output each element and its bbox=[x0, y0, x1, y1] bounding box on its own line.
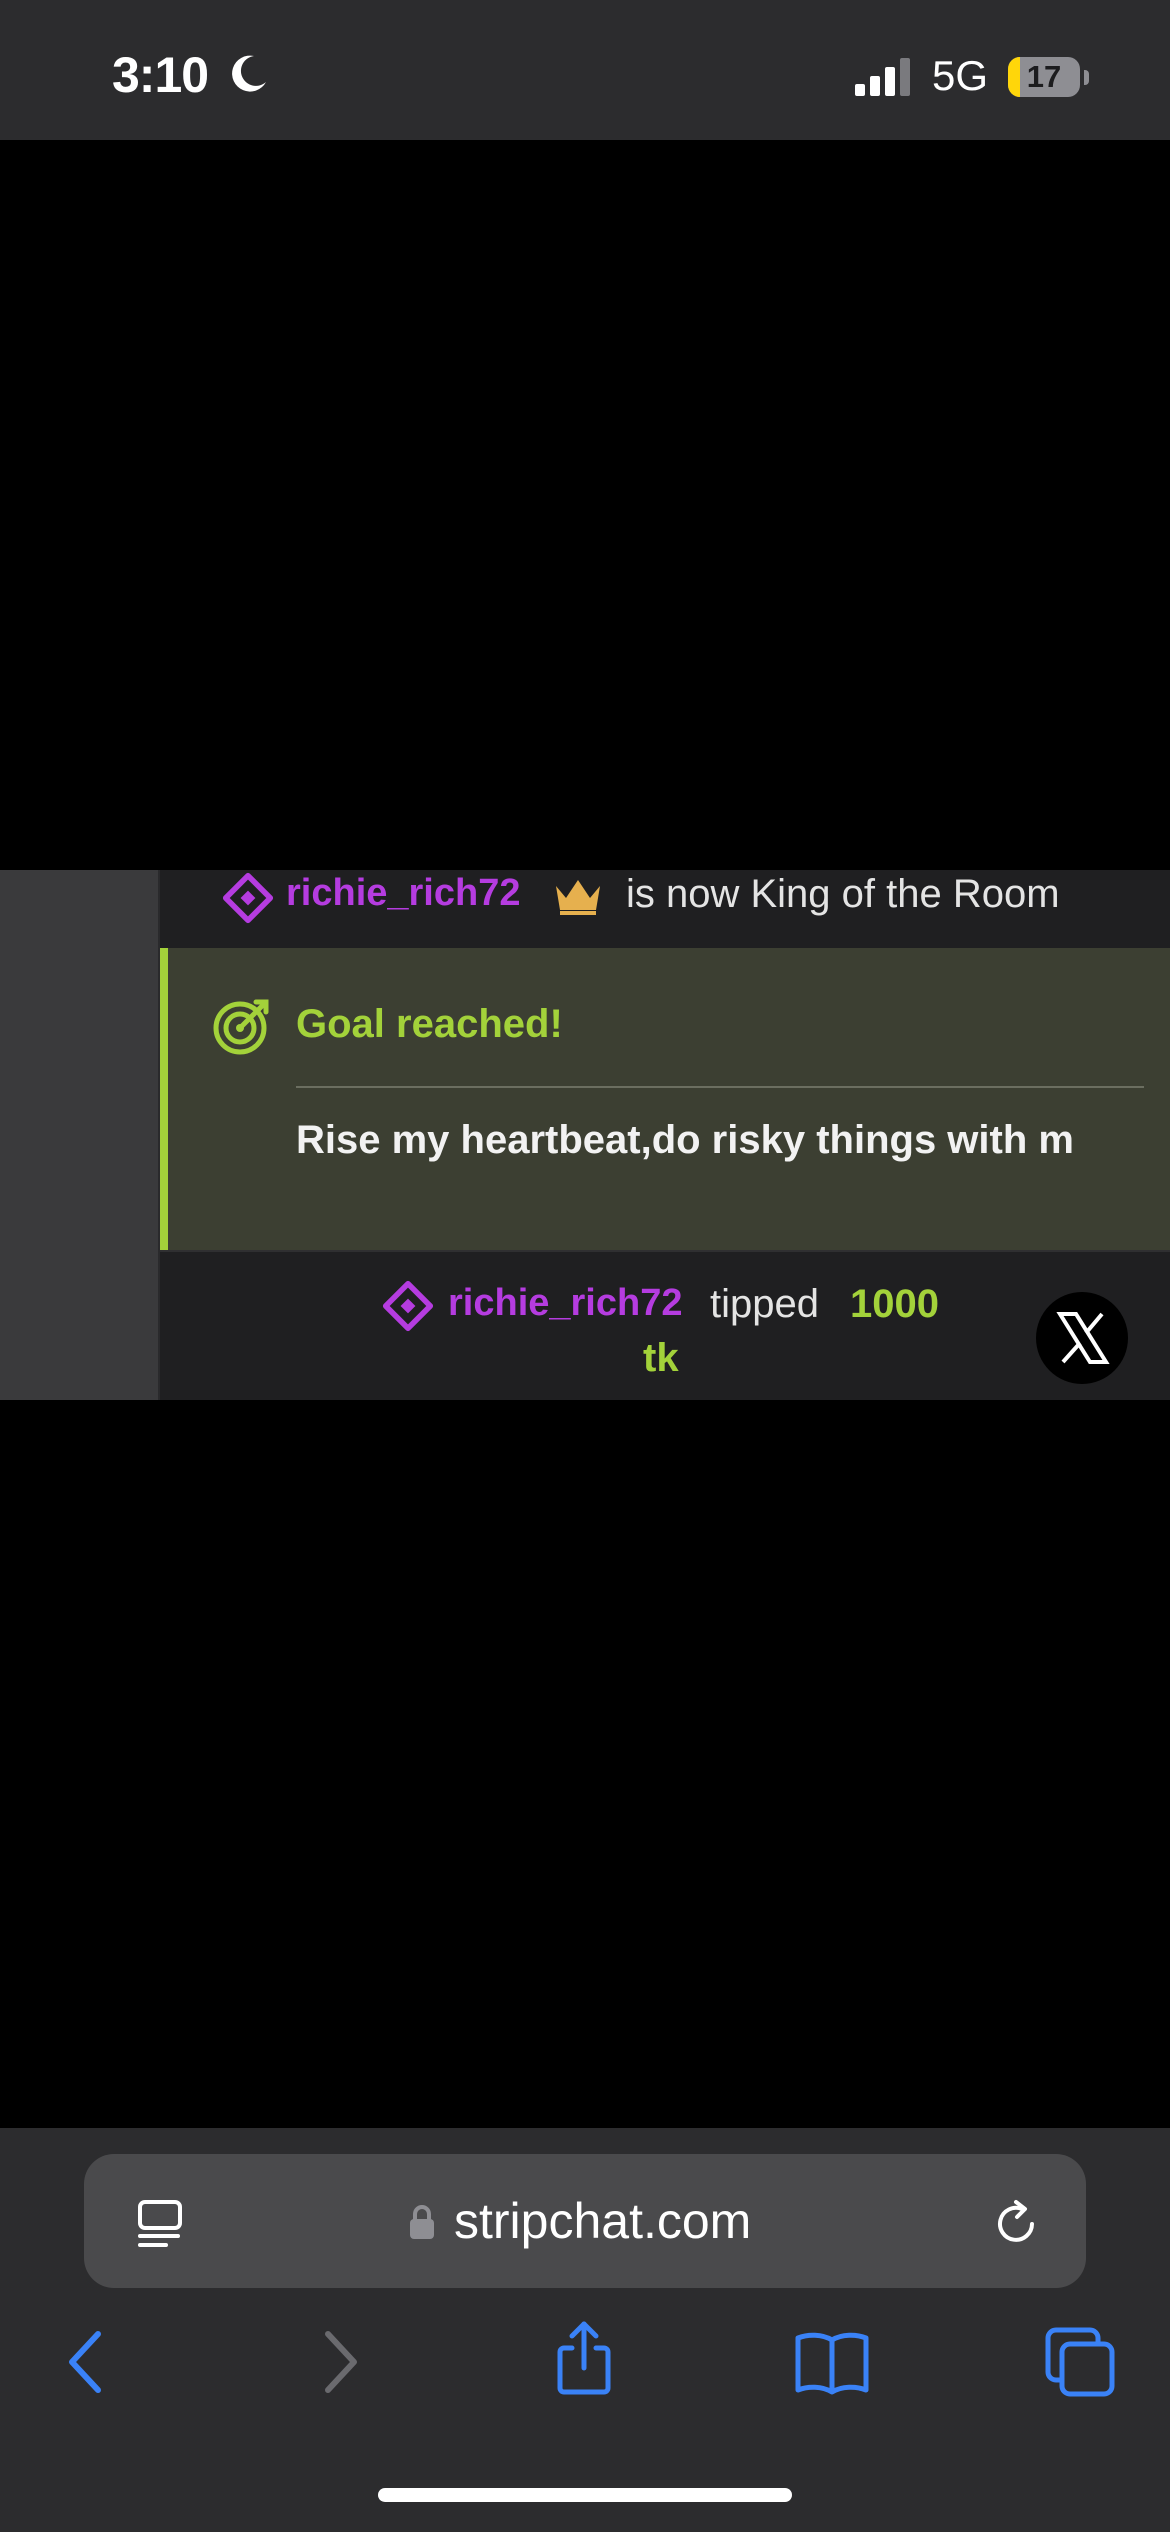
status-time: 3:10 bbox=[112, 47, 209, 103]
forward-icon[interactable] bbox=[298, 2322, 378, 2402]
battery-icon: 17 bbox=[1008, 57, 1080, 97]
address-bar[interactable]: stripchat.com bbox=[84, 2154, 1086, 2288]
goal-title: Goal reached! bbox=[296, 1002, 563, 1046]
crown-icon bbox=[556, 880, 600, 915]
diamond-icon bbox=[222, 872, 274, 924]
x-logo-icon bbox=[1056, 1312, 1110, 1364]
reload-icon[interactable] bbox=[992, 2198, 1042, 2248]
king-event-text: is now King of the Room bbox=[626, 872, 1060, 916]
goal-divider bbox=[296, 1086, 1144, 1088]
target-icon bbox=[213, 999, 269, 1055]
browser-toolbar: stripchat.com bbox=[0, 2128, 1170, 2532]
goal-description: Rise my heartbeat,do risky things with m bbox=[296, 1118, 1074, 1162]
battery-nub bbox=[1084, 70, 1089, 85]
king-of-room-message: richie_rich72 is now King of the Room bbox=[160, 870, 1170, 948]
tip-verb: tipped bbox=[710, 1282, 819, 1326]
back-icon[interactable] bbox=[48, 2322, 128, 2402]
lock-icon bbox=[410, 2205, 434, 2239]
diamond-icon bbox=[382, 1280, 434, 1332]
bookmarks-icon[interactable] bbox=[792, 2322, 872, 2402]
battery-level: 17 bbox=[1026, 59, 1062, 94]
chat-area: richie_rich72 is now King of the Room Go… bbox=[0, 870, 1170, 1400]
tipper-username-link[interactable]: richie_rich72 bbox=[448, 1282, 682, 1325]
username-link[interactable]: richie_rich72 bbox=[286, 872, 520, 915]
tip-message: richie_rich72 tipped 1000 tk bbox=[160, 1250, 1170, 1400]
x-share-button[interactable] bbox=[1036, 1292, 1128, 1384]
tip-unit: tk bbox=[643, 1336, 679, 1380]
chat-messages[interactable]: richie_rich72 is now King of the Room Go… bbox=[158, 870, 1170, 1400]
url-text[interactable]: stripchat.com bbox=[454, 2192, 751, 2250]
network-label: 5G bbox=[932, 52, 989, 99]
tip-amount: 1000 bbox=[850, 1282, 939, 1326]
status-bar: 3:10 5G 17 bbox=[0, 0, 1170, 140]
reader-icon[interactable] bbox=[134, 2194, 190, 2250]
tabs-icon[interactable] bbox=[1040, 2322, 1120, 2402]
home-indicator[interactable] bbox=[378, 2488, 792, 2502]
signal-icon bbox=[855, 58, 910, 96]
goal-reached-card: Goal reached! Rise my heartbeat,do risky… bbox=[160, 948, 1170, 1250]
share-icon[interactable] bbox=[544, 2318, 624, 2398]
moon-icon bbox=[232, 55, 266, 92]
